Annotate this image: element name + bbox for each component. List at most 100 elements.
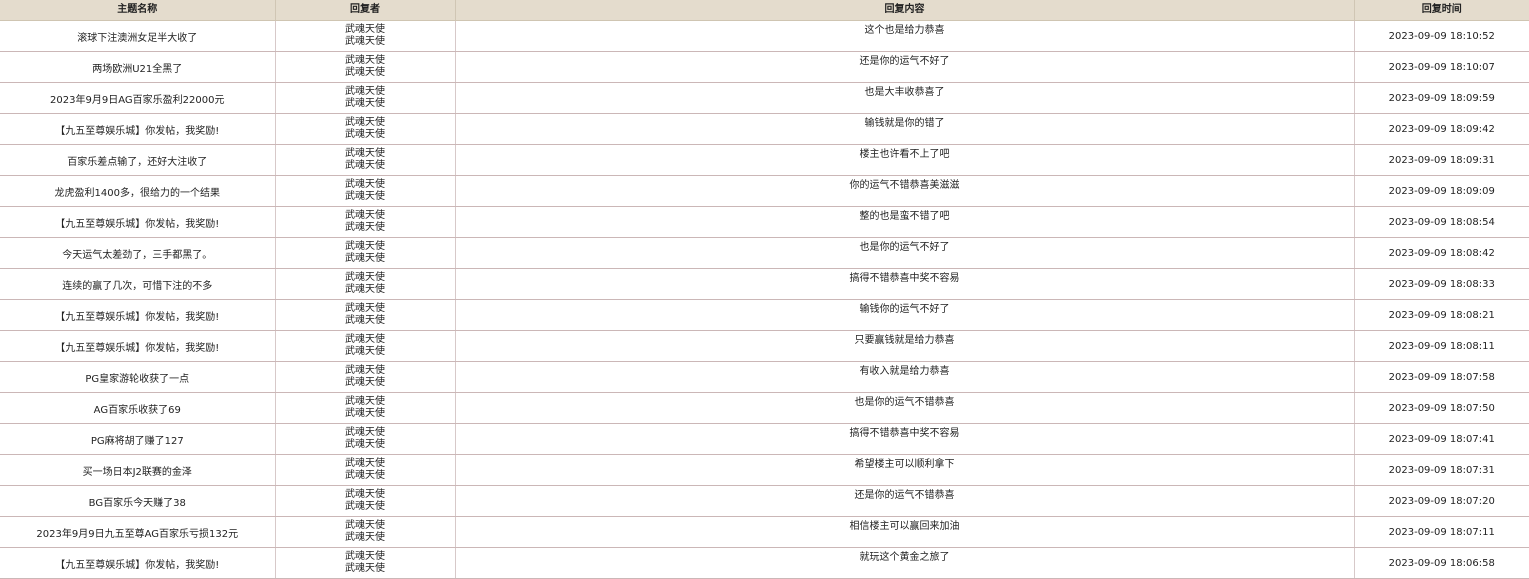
replier-name[interactable]: 武魂天使 [276,346,455,358]
topic-link[interactable]: 【九五至尊娱乐城】你发帖，我奖励! [0,206,276,238]
replier-cell: 武魂天使 武魂天使 [275,454,456,486]
table-header-row: 主题名称 回复者 回复内容 回复时间 [0,0,1529,21]
table-row: 2023年9月9日九五至尊AG百家乐亏损132元 武魂天使 武魂天使 相信楼主可以赢回… [0,516,1529,548]
reply-time: 2023-09-09 18:07:50 [1354,392,1529,424]
replier-name[interactable]: 武魂天使 [276,551,455,563]
topic-link[interactable]: 【九五至尊娱乐城】你发帖，我奖励! [0,330,276,362]
reply-content-cell: 整的也是蛮不错了吧 [455,206,1355,238]
topic-link[interactable]: 2023年9月9日九五至尊AG百家乐亏损132元 [0,516,276,548]
replier-name[interactable]: 武魂天使 [276,191,455,203]
topic-link[interactable]: 两场欧洲U21全黑了 [0,51,276,83]
replier-cell: 武魂天使 武魂天使 [275,299,456,331]
replier-name[interactable]: 武魂天使 [276,396,455,408]
replier-cell: 武魂天使 武魂天使 [275,237,456,269]
reply-content[interactable]: 输钱就是你的错了 [865,118,945,129]
replier-name[interactable]: 武魂天使 [276,458,455,470]
replier-name[interactable]: 武魂天使 [276,241,455,253]
replier-name[interactable]: 武魂天使 [276,334,455,346]
reply-time: 2023-09-09 18:09:09 [1354,175,1529,207]
replier-name[interactable]: 武魂天使 [276,501,455,513]
replier-name[interactable]: 武魂天使 [276,67,455,79]
topic-link[interactable]: PG麻将胡了赚了127 [0,423,276,455]
reply-content[interactable]: 也是你的运气不好了 [860,242,950,253]
reply-content-cell: 也是大丰收恭喜了 [455,82,1355,114]
topic-link[interactable]: BG百家乐今天赚了38 [0,485,276,517]
reply-content[interactable]: 只要赢钱就是给力恭喜 [855,335,955,346]
replier-name[interactable]: 武魂天使 [276,272,455,284]
replier-cell: 武魂天使 武魂天使 [275,268,456,300]
replier-name[interactable]: 武魂天使 [276,179,455,191]
replier-name[interactable]: 武魂天使 [276,427,455,439]
reply-content[interactable]: 整的也是蛮不错了吧 [860,211,950,222]
reply-table: 主题名称 回复者 回复内容 回复时间 滚球下注澳洲女足半大收了 武魂天使 武魂天使这… [0,0,1529,579]
reply-content[interactable]: 这个也是给力恭喜 [865,25,945,36]
topic-link[interactable]: 【九五至尊娱乐城】你发帖，我奖励! [0,113,276,145]
replier-cell: 武魂天使 武魂天使 [275,20,456,52]
reply-content-cell: 也是你的运气不错恭喜 [455,392,1355,424]
topic-link[interactable]: 【九五至尊娱乐城】你发帖，我奖励! [0,547,276,579]
table-row: 2023年9月9日AG百家乐盈利22000元 武魂天使 武魂天使 也是大丰收恭喜了 20… [0,82,1529,114]
reply-content[interactable]: 楼主也许看不上了吧 [860,149,950,160]
topic-link[interactable]: 连续的赢了几次，可惜下注的不多 [0,268,276,300]
replier-name[interactable]: 武魂天使 [276,470,455,482]
table-row: PG麻将胡了赚了127 武魂天使 武魂天使 搞得不错恭喜中奖不容易 2023-09-09… [0,423,1529,455]
reply-content[interactable]: 搞得不错恭喜中奖不容易 [850,428,960,439]
replier-name[interactable]: 武魂天使 [276,284,455,296]
reply-content[interactable]: 希望楼主可以顺利拿下 [855,459,955,470]
topic-link[interactable]: 买一场日本J2联赛的金泽 [0,454,276,486]
reply-content[interactable]: 有收入就是给力恭喜 [860,366,950,377]
reply-time: 2023-09-09 18:07:58 [1354,361,1529,393]
topic-link[interactable]: 【九五至尊娱乐城】你发帖，我奖励! [0,299,276,331]
topic-link[interactable]: 龙虎盈利1400多，很给力的一个结果 [0,175,276,207]
header-replier: 回复者 [275,0,456,21]
replier-cell: 武魂天使 武魂天使 [275,206,456,238]
topic-link[interactable]: 滚球下注澳洲女足半大收了 [0,20,276,52]
replier-name[interactable]: 武魂天使 [276,210,455,222]
header-topic: 主题名称 [0,0,276,21]
reply-content-cell: 这个也是给力恭喜 [455,20,1355,52]
replier-name[interactable]: 武魂天使 [276,489,455,501]
replier-name[interactable]: 武魂天使 [276,439,455,451]
reply-content[interactable]: 搞得不错恭喜中奖不容易 [850,273,960,284]
reply-content[interactable]: 就玩这个黄金之旅了 [860,552,950,563]
reply-content-cell: 就玩这个黄金之旅了 [455,547,1355,579]
reply-time: 2023-09-09 18:08:42 [1354,237,1529,269]
replier-name[interactable]: 武魂天使 [276,377,455,389]
reply-time: 2023-09-09 18:08:11 [1354,330,1529,362]
table-row: 两场欧洲U21全黑了 武魂天使 武魂天使 还是你的运气不好了 2023-09-09 18… [0,51,1529,83]
reply-content-cell: 你的运气不错恭喜美滋滋 [455,175,1355,207]
replier-name[interactable]: 武魂天使 [276,365,455,377]
reply-content[interactable]: 也是大丰收恭喜了 [865,87,945,98]
replier-cell: 武魂天使 武魂天使 [275,547,456,579]
reply-content[interactable]: 还是你的运气不好了 [860,56,950,67]
replier-name[interactable]: 武魂天使 [276,520,455,532]
replier-cell: 武魂天使 武魂天使 [275,175,456,207]
replier-name[interactable]: 武魂天使 [276,222,455,234]
replier-name[interactable]: 武魂天使 [276,36,455,48]
replier-name[interactable]: 武魂天使 [276,86,455,98]
topic-link[interactable]: 今天运气太差劲了，三手都黑了。 [0,237,276,269]
topic-link[interactable]: AG百家乐收获了69 [0,392,276,424]
replier-name[interactable]: 武魂天使 [276,98,455,110]
topic-link[interactable]: 2023年9月9日AG百家乐盈利22000元 [0,82,276,114]
topic-link[interactable]: 百家乐差点输了，还好大注收了 [0,144,276,176]
topic-link[interactable]: PG皇家游轮收获了一点 [0,361,276,393]
replier-name[interactable]: 武魂天使 [276,160,455,172]
replier-name[interactable]: 武魂天使 [276,24,455,36]
replier-name[interactable]: 武魂天使 [276,408,455,420]
reply-content[interactable]: 相信楼主可以赢回来加油 [850,521,960,532]
table-row: 买一场日本J2联赛的金泽 武魂天使 武魂天使 希望楼主可以顺利拿下 2023-09-09… [0,454,1529,486]
replier-name[interactable]: 武魂天使 [276,253,455,265]
replier-name[interactable]: 武魂天使 [276,148,455,160]
reply-content[interactable]: 还是你的运气不错恭喜 [855,490,955,501]
replier-name[interactable]: 武魂天使 [276,55,455,67]
reply-content[interactable]: 你的运气不错恭喜美滋滋 [850,180,960,191]
replier-name[interactable]: 武魂天使 [276,315,455,327]
replier-name[interactable]: 武魂天使 [276,129,455,141]
reply-content[interactable]: 也是你的运气不错恭喜 [855,397,955,408]
reply-content[interactable]: 输钱你的运气不好了 [860,304,950,315]
replier-name[interactable]: 武魂天使 [276,117,455,129]
replier-name[interactable]: 武魂天使 [276,532,455,544]
replier-name[interactable]: 武魂天使 [276,303,455,315]
replier-name[interactable]: 武魂天使 [276,563,455,575]
